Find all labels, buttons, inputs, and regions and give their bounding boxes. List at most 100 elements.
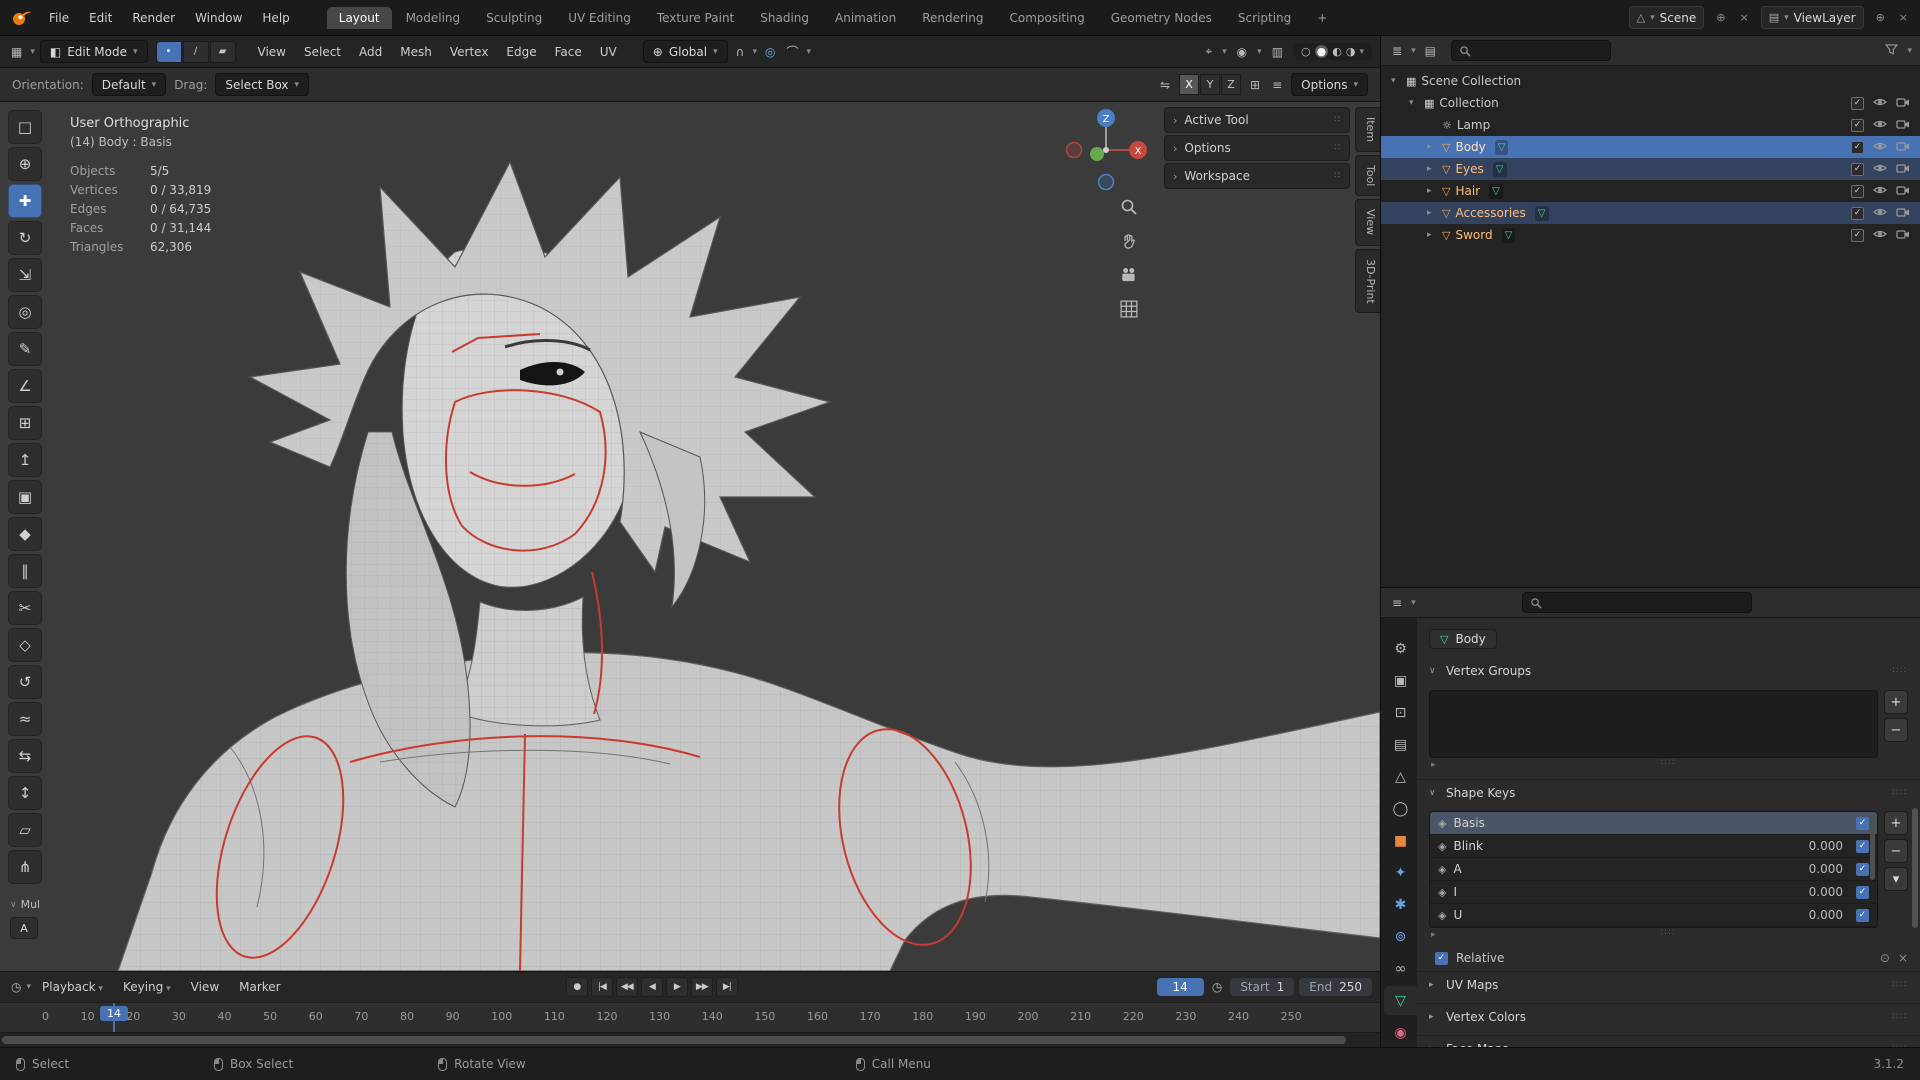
viewport-menu[interactable]: View — [249, 42, 295, 62]
pin-icon[interactable]: ⊙ — [1880, 951, 1890, 965]
outliner-item-lamp[interactable]: ▸ ☼ Lamp ▽ ✓ — [1381, 114, 1920, 136]
annotation-field[interactable]: A — [10, 917, 38, 939]
extrude-region-tool[interactable]: ↥ — [8, 443, 42, 477]
tab-view-layer[interactable]: ▤ — [1384, 730, 1417, 759]
proportional-falloff-icon[interactable]: ⌒ — [783, 41, 801, 62]
proportional-editing-icon[interactable]: ◎ — [762, 43, 778, 61]
hide-viewport-eye-icon[interactable] — [1873, 205, 1887, 222]
tab-scene[interactable]: △ — [1384, 762, 1417, 791]
end-frame-field[interactable]: End 250 — [1299, 978, 1372, 996]
rendered-shading-icon[interactable]: ◑ — [1346, 45, 1356, 58]
selectability-checkbox[interactable]: ✓ — [1851, 118, 1864, 132]
shear-tool[interactable]: ▱ — [8, 813, 42, 847]
poly-build-tool[interactable]: ◇ — [8, 628, 42, 662]
mirror-x-button[interactable]: X — [1179, 74, 1200, 95]
measure-tool[interactable]: ∠ — [8, 369, 42, 403]
select-box-tool[interactable]: □ — [8, 110, 42, 144]
tab-output[interactable]: ⊡ — [1384, 698, 1417, 727]
shape-keys-listbox[interactable]: ◈ Basis ✓ ◈ Blink 0.000 ✓ ◈ A 0.000 ✓ ◈ … — [1429, 811, 1878, 928]
topbar-menu[interactable]: Edit — [80, 8, 121, 28]
disable-render-camera-icon[interactable] — [1896, 227, 1910, 244]
disable-render-camera-icon[interactable] — [1896, 161, 1910, 178]
shape-key-row[interactable]: ◈ Blink 0.000 ✓ — [1430, 835, 1877, 858]
timeline-menu[interactable]: View — [182, 977, 228, 997]
hide-viewport-eye-icon[interactable] — [1873, 227, 1887, 244]
blender-logo-icon[interactable] — [10, 10, 32, 26]
outliner-item-eyes[interactable]: ▸ ▽ Eyes ▽ ✓ — [1381, 158, 1920, 180]
frame-ruler[interactable]: 0 10 20 30 40 50 60 70 80 90 100 110 120… — [0, 1002, 1380, 1032]
hide-viewport-eye-icon[interactable] — [1873, 183, 1887, 200]
outliner-item-sword[interactable]: ▸ ▽ Sword ▽ ✓ — [1381, 224, 1920, 246]
snap-magnet-icon[interactable]: ∩ — [733, 43, 748, 61]
expand-icon[interactable]: ▾ — [1409, 98, 1419, 108]
new-scene-icon[interactable]: ⊕ — [1714, 11, 1727, 24]
disable-render-camera-icon[interactable] — [1896, 205, 1910, 222]
add-workspace-tab[interactable]: + — [1305, 7, 1339, 29]
knife-tool[interactable]: ✂ — [8, 591, 42, 625]
hide-viewport-eye-icon[interactable] — [1873, 161, 1887, 178]
disable-render-camera-icon[interactable] — [1896, 183, 1910, 200]
panel-shape-keys[interactable]: ∨ Shape Keys ∷∷ — [1417, 779, 1920, 805]
workspace-tab-rendering[interactable]: Rendering — [910, 7, 995, 29]
jump-end-button[interactable]: ▶| — [715, 977, 738, 997]
workspace-tab-uv-editing[interactable]: UV Editing — [556, 7, 643, 29]
view-layer-selector[interactable]: ▤ ▾ ViewLayer — [1760, 6, 1864, 29]
add-cube-tool[interactable]: ⊞ — [8, 406, 42, 440]
workspace-tab-geometry-nodes[interactable]: Geometry Nodes — [1099, 7, 1224, 29]
prev-keyframe-button[interactable]: ◀◀ — [615, 977, 638, 997]
outliner-search-input[interactable] — [1450, 40, 1611, 61]
start-frame-field[interactable]: Start 1 — [1230, 978, 1295, 996]
show-gizmos-icon[interactable]: ⌖ — [1202, 42, 1215, 61]
wireframe-shading-icon[interactable]: ○ — [1301, 45, 1311, 58]
grid-icon[interactable]: ⊞ — [1247, 76, 1263, 94]
viewport-menu[interactable]: Mesh — [391, 42, 441, 62]
disable-render-camera-icon[interactable] — [1896, 95, 1910, 112]
playhead[interactable]: 14 — [100, 1003, 128, 1032]
zoom-icon[interactable] — [1120, 198, 1138, 219]
shape-key-row[interactable]: ◈ A 0.000 ✓ — [1430, 858, 1877, 881]
expand-icon[interactable]: ▾ — [1391, 76, 1401, 86]
tab-particles[interactable]: ✱ — [1384, 890, 1417, 919]
shape-key-checkbox[interactable]: ✓ — [1856, 885, 1869, 899]
preview-range-clock-icon[interactable]: ◷ — [1209, 978, 1225, 996]
scale-tool[interactable]: ⇲ — [8, 258, 42, 292]
editor-type-icon[interactable]: ◷ — [8, 978, 24, 996]
workspace-tab-modeling[interactable]: Modeling — [394, 7, 473, 29]
rotate-tool[interactable]: ↻ — [8, 221, 42, 255]
viewport-menu[interactable]: Vertex — [441, 42, 498, 62]
selectability-checkbox[interactable]: ✓ — [1851, 206, 1864, 220]
outliner-item-accessories[interactable]: ▸ ▽ Accessories ▽ ✓ — [1381, 202, 1920, 224]
solid-shading-icon[interactable]: ● — [1314, 45, 1329, 58]
tab-modifiers[interactable]: ✦ — [1384, 858, 1417, 887]
hide-viewport-eye-icon[interactable] — [1873, 117, 1887, 134]
shape-key-value[interactable]: 0.000 — [1785, 885, 1843, 899]
tab-material[interactable]: ◉ — [1384, 1018, 1417, 1047]
operator-panel-collapsed[interactable]: ∨ Mul — [10, 898, 40, 911]
editor-type-icon[interactable]: ≡ — [1389, 594, 1405, 612]
tab-render[interactable]: ▣ — [1384, 666, 1417, 695]
sidebar-tab-3d-print[interactable]: 3D-Print — [1355, 248, 1380, 314]
timeline-menu[interactable]: Playback — [33, 977, 112, 997]
viewport-menu[interactable]: Edge — [497, 42, 545, 62]
drag-setting-dropdown[interactable]: Select Box ▾ — [215, 73, 310, 96]
disable-render-camera-icon[interactable] — [1896, 139, 1910, 156]
annotate-tool[interactable]: ✎ — [8, 332, 42, 366]
record-button[interactable]: ● — [565, 977, 588, 997]
show-overlays-icon[interactable]: ◉ — [1234, 43, 1250, 61]
selectability-checkbox[interactable]: ✓ — [1851, 96, 1864, 110]
viewport-menu[interactable]: Select — [295, 42, 350, 62]
workspace-tab-sculpting[interactable]: Sculpting — [474, 7, 554, 29]
remove-shape-key-button[interactable]: − — [1884, 839, 1908, 863]
xray-toggle-icon[interactable]: ▥ — [1269, 43, 1286, 61]
remove-vertex-group-button[interactable]: − — [1884, 718, 1908, 742]
topbar-menu[interactable]: Window — [186, 8, 251, 28]
panel-options[interactable]: › Options ∷ — [1164, 135, 1350, 161]
panel-vertex-colors[interactable]: ▸ Vertex Colors ∷∷ — [1417, 1003, 1920, 1029]
selectability-checkbox[interactable]: ✓ — [1851, 228, 1864, 242]
camera-view-icon[interactable] — [1120, 266, 1138, 287]
timeline-scroll-handle[interactable] — [2, 1036, 1346, 1044]
expand-icon[interactable]: ▸ — [1427, 186, 1437, 196]
timeline-menu[interactable]: Marker — [230, 977, 289, 997]
sidebar-tab-item[interactable]: Item — [1355, 107, 1380, 153]
expand-icon[interactable]: ▸ — [1427, 208, 1437, 218]
